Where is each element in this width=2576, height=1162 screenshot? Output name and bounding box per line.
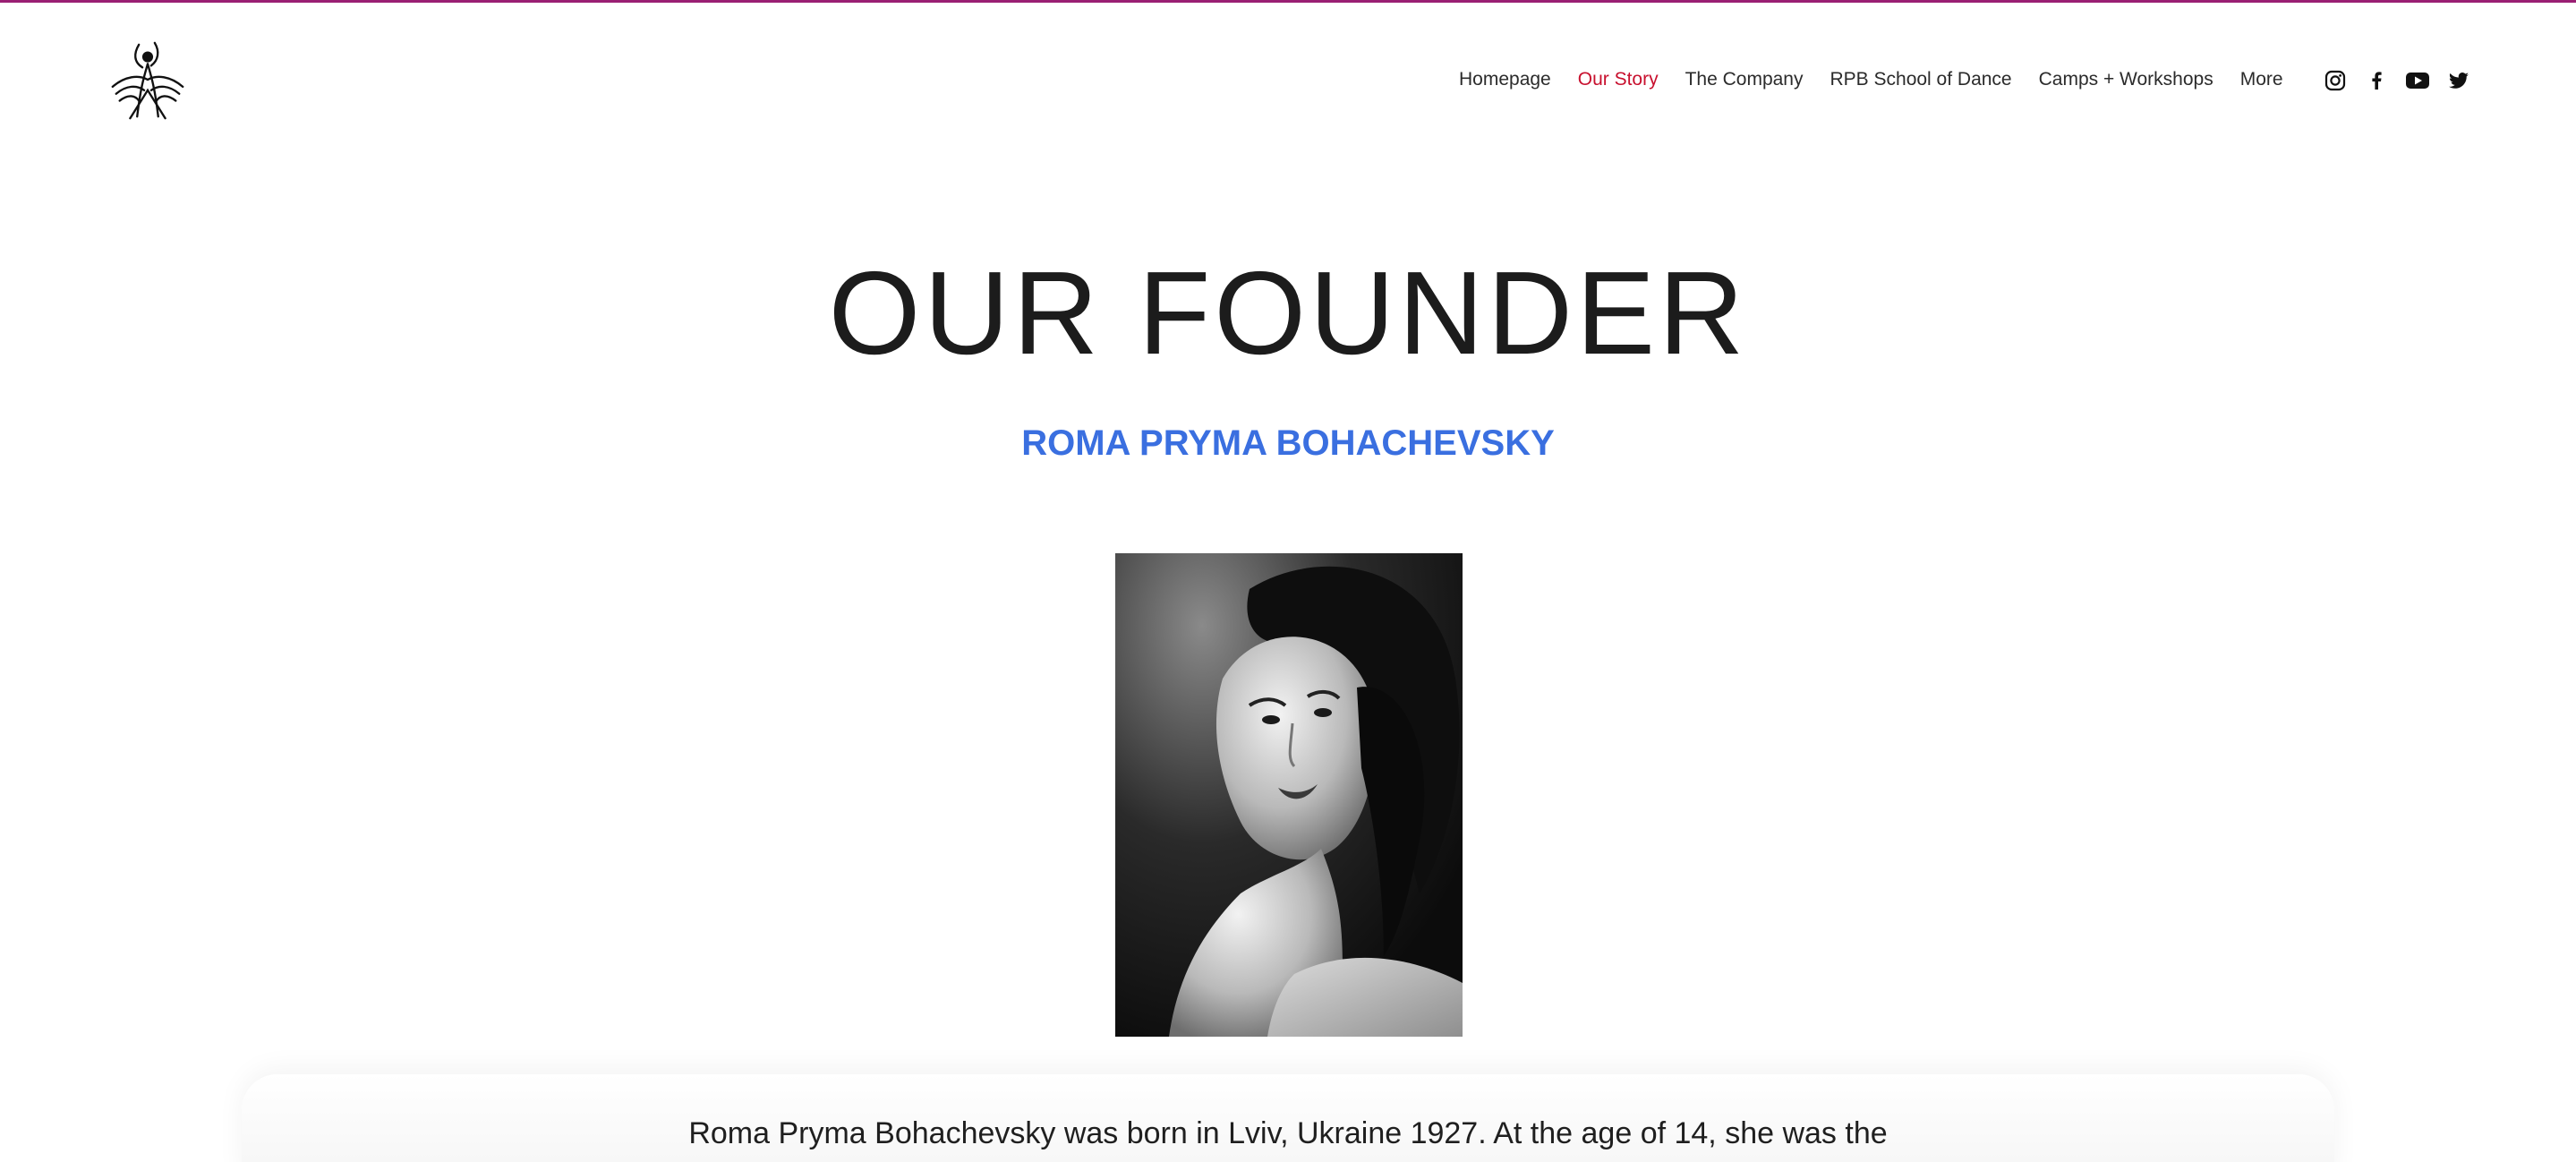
- nav-our-story[interactable]: Our Story: [1578, 64, 1659, 95]
- instagram-icon[interactable]: [2323, 68, 2348, 93]
- nav-more[interactable]: More: [2240, 64, 2283, 95]
- nav-camps-workshops[interactable]: Camps + Workshops: [2039, 64, 2213, 95]
- facebook-icon[interactable]: [2364, 68, 2389, 93]
- main-nav: Homepage Our Story The Company RPB Schoo…: [1459, 64, 2310, 95]
- site-logo[interactable]: [104, 38, 192, 125]
- founder-bio-text: Roma Pryma Bohachevsky was born in Lviv,…: [688, 1116, 1888, 1150]
- twitter-icon[interactable]: [2446, 68, 2471, 93]
- page-title: OUR FOUNDER: [828, 247, 1748, 379]
- founder-portrait: [1115, 553, 1463, 1037]
- youtube-icon[interactable]: [2405, 68, 2430, 93]
- social-links: [2323, 68, 2471, 93]
- nav-homepage[interactable]: Homepage: [1459, 64, 1551, 95]
- nav-rpb-school-of-dance[interactable]: RPB School of Dance: [1830, 64, 2012, 95]
- dancer-logo-icon: [111, 41, 184, 120]
- nav-the-company[interactable]: The Company: [1685, 64, 1804, 95]
- top-accent-bar: [0, 0, 2576, 3]
- founder-name: ROMA PRYMA BOHACHEVSKY: [1021, 423, 1555, 463]
